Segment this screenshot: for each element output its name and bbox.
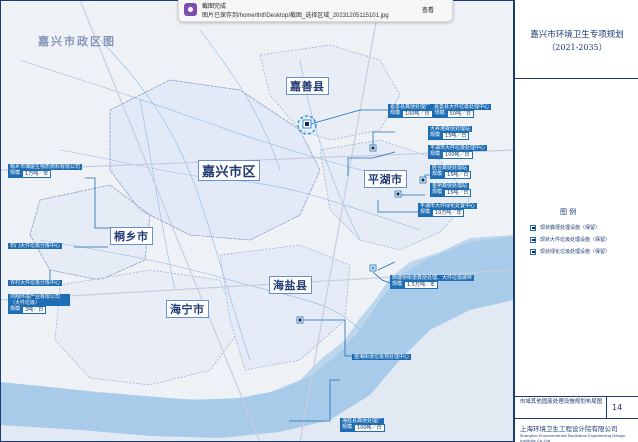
notification-message: 图片已保存到/home/thtf/Desktop/截图_选择区域_2023120… [202,13,389,19]
notification-title: 截图完成 [202,4,227,10]
label-pinghu-bulky: 平湖市大件垃圾处理中心 规模 100吨／日 [428,145,488,159]
map-area: 嘉兴市政区图 嘉兴市区 嘉善县 平湖市 桐乡市 海盐县 海宁市 嘉善县粪便处理厂… [0,0,514,442]
region-label-haining: 海宁市 [166,300,209,318]
pinghu-bulky-scale: 100吨／日 [442,151,473,159]
divider-footer [515,396,638,397]
label-pinghu-greening: 平湖市大件绿化处置中心 规模 10万吨／年 [418,203,478,217]
label-haiyan-wangbian: 望海街道垃圾预处理中心 [352,354,412,360]
region-label-haiyan: 海盐县 [269,276,312,294]
greening-facility-icon [530,248,536,255]
jiashan-fecal-scale-label: 规模 [388,110,403,118]
pinghu-greening-scale: 10万吨／年 [432,209,465,217]
label-tongxiang-bulky: 石门大件垃圾分拣中心 [8,243,63,249]
pinghu-fecal-3-scale: 15吨／日 [444,189,472,197]
pinghu-fecal-2-scale-label: 规模 [430,171,445,179]
haining-sorting-name: 许村大件垃圾分拣中心 [8,280,63,286]
haining-env-scale-label: 规模 [8,306,23,314]
divider-company [515,418,638,419]
label-tongxiang-bio: 桐乡市博能生物质燃料有限公司 规模 1万吨／年 [8,164,83,178]
haiyan-fecal-scale-label: 规模 [340,424,355,432]
pinghu-fecal-2-scale: 15吨／日 [444,171,472,179]
pinghu-fecal-3-scale-label: 规模 [430,189,445,197]
label-haiyan-fecal: 海盐县粪便处理厂 规模 100吨／日 [340,418,385,432]
screenshot-notification[interactable]: 截图完成 图片已保存到/home/thtf/Desktop/截图_选择区域_20… [178,0,453,22]
bulky-facility-icon [530,236,536,243]
pinghu-fecal-1-scale-label: 规模 [428,132,443,140]
legend-item-label: 现状粪便处理设施（保留） [540,225,601,231]
haiyan-fecal-scale: 100吨／日 [354,424,385,432]
region-label-jiaxing: 嘉兴市区 [198,160,261,181]
plan-title: 嘉兴市环境卫生专项规划 [530,30,624,40]
tongxiang-bio-scale-label: 规模 [8,170,23,178]
legend-item-label: 现状大件垃圾处理设施（保留） [540,237,611,243]
screenshot-root: 嘉兴市政区图 嘉兴市区 嘉善县 平湖市 桐乡市 海盐县 海宁市 嘉善县粪便处理厂… [0,0,638,442]
jiashan-bulky-scale-label: 规模 [432,110,447,118]
plan-years: （2021-2035） [547,43,607,52]
haiyan-xitang-scale: 1.5万吨／年 [404,281,438,289]
legend-item-fecal: 现状粪便处理设施（保留） [530,224,600,231]
title-block: 嘉兴市环境卫生专项规划 （2021-2035） [514,0,638,442]
label-haiyan-xitang: 西塘桥街道粪便处理、大件垃圾破碎 规模 1.5万吨／年 [390,275,475,289]
haining-env-name: 鸿翔环境产业有限公司（大件垃圾） [8,294,70,306]
screenshot-app-icon [184,3,197,16]
map-title: 嘉兴市政区图 [38,35,116,48]
legend-item-label: 现状绿化垃圾处理设施（保留） [540,249,611,255]
label-pinghu-fecal-2: 胜合粪便处理站 规模 15吨／日 [430,165,472,179]
jiashan-fecal-scale: 100吨／日 [402,110,433,118]
haiyan-xitang-scale-label: 规模 [390,281,405,289]
label-haining-sorting: 许村大件垃圾分拣中心 [8,280,63,286]
label-jiashan-facilities: 嘉善县粪便处理厂 嘉善县大件垃圾处理中心 规模 100吨／日 规模 50吨／日 [388,104,492,118]
region-label-tongxiang: 桐乡市 [110,227,153,245]
label-pinghu-fecal-3: 金桥粪便处理站 规模 15吨／日 [430,183,472,197]
tongxiang-bio-scale: 1万吨／年 [22,170,52,178]
company-name: 上海环境卫生工程设计院有限公司 [520,425,618,433]
jiashan-bulky-scale: 50吨／日 [446,110,474,118]
label-pinghu-fecal-1: 大昇港粪便处理站 规模 15吨／日 [428,126,473,140]
haiyan-wangbian-name: 望海街道垃圾预处理中心 [352,354,412,360]
legend-item-greening: 现状绿化垃圾处理设施（保留） [530,248,610,255]
pinghu-fecal-1-scale: 15吨／日 [442,132,470,140]
haining-env-scale: 3吨／日 [22,306,47,314]
drawing-title: 市域其他固废处理设施规划布局图 [519,399,603,405]
region-label-pinghu: 平湖市 [364,170,407,188]
company-name-en: Shanghai Environmental Sanitation Engine… [520,433,626,442]
map-canvas [0,0,514,442]
footer-divider [606,396,607,418]
region-label-jiashan: 嘉善县 [286,77,329,95]
pinghu-bulky-scale-label: 规模 [428,151,443,159]
page-number: 14 [612,403,623,412]
tongxiang-bulky-name: 石门大件垃圾分拣中心 [8,243,63,249]
legend-item-bulky: 现状大件垃圾处理设施（保留） [530,236,610,243]
legend-title: 图 例 [560,208,577,216]
view-button[interactable]: 查看 [422,5,434,14]
divider-top [515,78,638,79]
pinghu-greening-scale-label: 规模 [418,209,433,217]
fecal-facility-icon [530,224,536,231]
label-haining-env: 鸿翔环境产业有限公司（大件垃圾） 规模 3吨／日 [8,294,70,314]
